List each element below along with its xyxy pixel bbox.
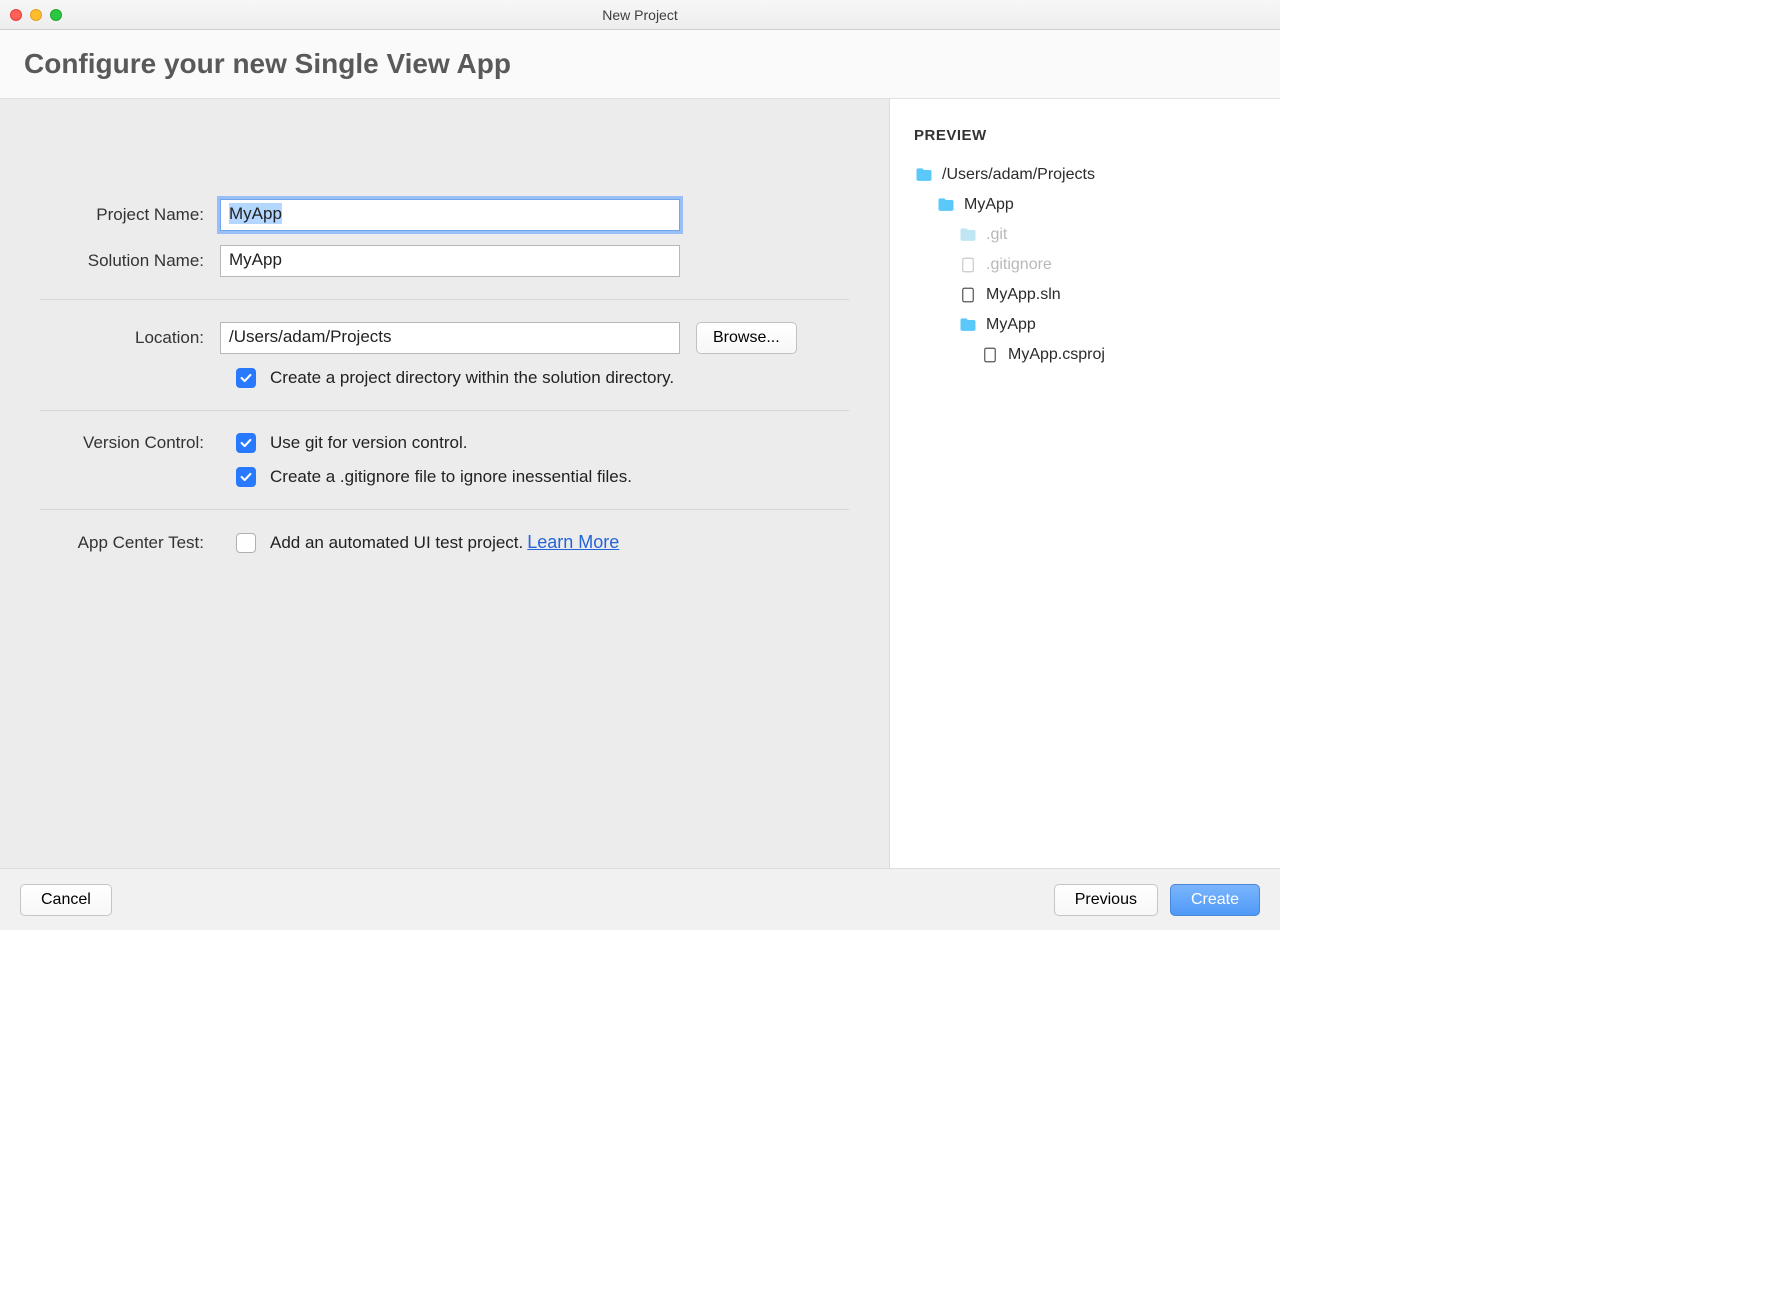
tree-csproj: MyApp.csproj [914, 340, 1256, 370]
create-project-dir-row: Create a project directory within the so… [40, 368, 849, 388]
project-name-input[interactable]: MyApp [220, 199, 680, 231]
tree-label: .gitignore [986, 256, 1052, 274]
tree-label: MyApp.sln [986, 286, 1061, 304]
location-label: Location: [40, 328, 220, 348]
divider [40, 299, 849, 300]
tree-level1: MyApp [914, 190, 1256, 220]
project-name-label: Project Name: [40, 205, 220, 225]
folder-icon [936, 195, 956, 215]
tree-gitignore: .gitignore [914, 250, 1256, 280]
divider [40, 410, 849, 411]
form-panel: Project Name: MyApp Solution Name: MyApp… [0, 99, 890, 868]
location-value: /Users/adam/Projects [229, 327, 392, 346]
preview-tree: /Users/adam/Projects MyApp .git .gitigno… [914, 160, 1256, 370]
solution-name-label: Solution Name: [40, 251, 220, 271]
footer: Cancel Previous Create [0, 868, 1280, 930]
folder-icon [958, 225, 978, 245]
create-gitignore-label: Create a .gitignore file to ignore iness… [270, 467, 632, 487]
browse-button[interactable]: Browse... [696, 322, 797, 354]
solution-name-row: Solution Name: MyApp [40, 245, 849, 277]
add-ui-test-checkbox[interactable] [236, 533, 256, 553]
new-project-window: New Project Configure your new Single Vi… [0, 0, 1280, 930]
app-center-label: App Center Test: [40, 533, 220, 553]
divider [40, 509, 849, 510]
titlebar: New Project [0, 0, 1280, 30]
preview-panel: PREVIEW /Users/adam/Projects MyApp .git … [890, 99, 1280, 868]
tree-label: MyApp [986, 316, 1036, 334]
tree-label: .git [986, 226, 1007, 244]
folder-icon [914, 165, 934, 185]
project-name-value: MyApp [229, 203, 282, 224]
page-title: Configure your new Single View App [24, 48, 1256, 80]
version-control-label: Version Control: [40, 433, 220, 453]
create-gitignore-row: Create a .gitignore file to ignore iness… [40, 467, 849, 487]
window-title: New Project [0, 7, 1280, 23]
file-icon [958, 285, 978, 305]
app-center-row: App Center Test: Add an automated UI tes… [40, 532, 849, 553]
tree-label: MyApp [964, 196, 1014, 214]
solution-name-input[interactable]: MyApp [220, 245, 680, 277]
folder-icon [958, 315, 978, 335]
create-gitignore-checkbox[interactable] [236, 467, 256, 487]
previous-button[interactable]: Previous [1054, 884, 1158, 916]
header: Configure your new Single View App [0, 30, 1280, 99]
tree-root: /Users/adam/Projects [914, 160, 1256, 190]
project-name-row: Project Name: MyApp [40, 199, 849, 231]
create-project-dir-checkbox[interactable] [236, 368, 256, 388]
create-project-dir-label: Create a project directory within the so… [270, 368, 674, 388]
file-icon [958, 255, 978, 275]
file-icon [980, 345, 1000, 365]
learn-more-link[interactable]: Learn More [527, 532, 619, 553]
tree-label: /Users/adam/Projects [942, 166, 1095, 184]
cancel-button[interactable]: Cancel [20, 884, 112, 916]
tree-sln: MyApp.sln [914, 280, 1256, 310]
create-button[interactable]: Create [1170, 884, 1260, 916]
tree-label: MyApp.csproj [1008, 346, 1105, 364]
solution-name-value: MyApp [229, 250, 282, 269]
body: Project Name: MyApp Solution Name: MyApp… [0, 99, 1280, 868]
add-ui-test-label: Add an automated UI test project. [270, 533, 523, 553]
location-row: Location: /Users/adam/Projects Browse... [40, 322, 849, 354]
tree-git: .git [914, 220, 1256, 250]
use-git-row: Version Control: Use git for version con… [40, 433, 849, 453]
preview-title: PREVIEW [914, 127, 1256, 144]
tree-level2: MyApp [914, 310, 1256, 340]
use-git-label: Use git for version control. [270, 433, 467, 453]
location-input[interactable]: /Users/adam/Projects [220, 322, 680, 354]
use-git-checkbox[interactable] [236, 433, 256, 453]
